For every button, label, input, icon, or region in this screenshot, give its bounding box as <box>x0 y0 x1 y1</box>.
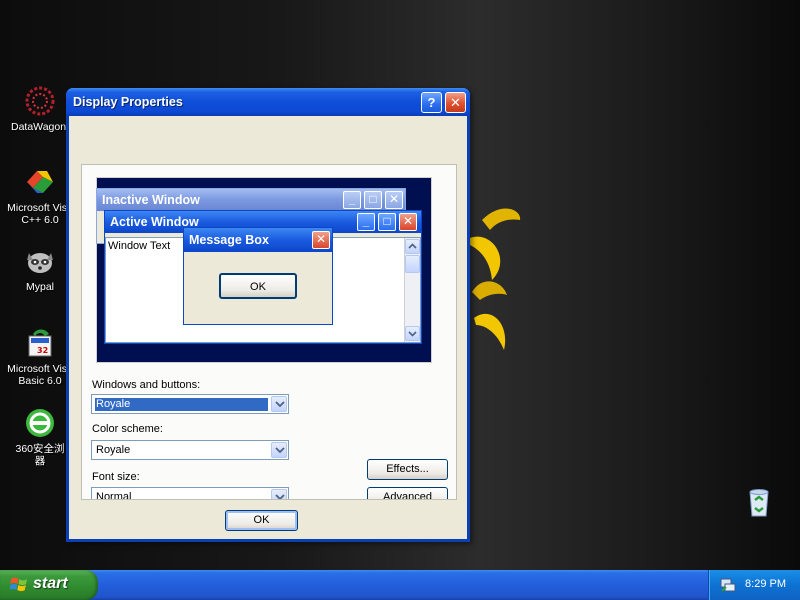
font-size-select[interactable]: Normal <box>91 487 289 500</box>
preview-inactive-title: Inactive Window <box>102 193 200 207</box>
network-tray-icon[interactable] <box>719 576 737 594</box>
windows-buttons-select[interactable]: Royale <box>91 394 289 414</box>
color-scheme-label: Color scheme: <box>92 423 163 435</box>
dialog-title: Display Properties <box>73 95 183 109</box>
effects-button[interactable]: Effects... <box>367 459 448 480</box>
close-icon: ✕ <box>399 213 417 231</box>
preview-message-box: Message Box ✕ OK <box>183 227 333 325</box>
start-label: start <box>33 575 68 592</box>
font-size-value: Normal <box>96 491 132 500</box>
desktop-icon-recycle-bin[interactable] <box>742 486 778 520</box>
close-icon: ✕ <box>385 191 403 209</box>
chevron-down-icon[interactable] <box>271 396 287 412</box>
chevron-down-icon[interactable] <box>271 442 287 458</box>
start-button[interactable]: start <box>0 570 98 600</box>
wallpaper-flower <box>470 208 521 350</box>
taskbar: start 8:29 PM <box>0 570 800 600</box>
font-size-label: Font size: <box>92 471 140 483</box>
visual-cpp-icon <box>27 171 53 193</box>
chevron-down-icon[interactable] <box>271 489 287 499</box>
close-button[interactable]: ✕ <box>445 92 466 113</box>
windows-buttons-label: Windows and buttons: <box>92 379 201 391</box>
scroll-up-icon <box>405 239 420 254</box>
color-scheme-select[interactable]: Royale <box>91 440 289 460</box>
preview-message-title: Message Box <box>189 233 269 247</box>
preview-ok-button: OK <box>219 273 297 299</box>
minimize-icon: _ <box>357 213 375 231</box>
recycle-bin-icon <box>749 489 769 517</box>
360-browser-icon <box>26 409 54 437</box>
datawagon-icon <box>25 86 55 116</box>
maximize-icon: □ <box>378 213 396 231</box>
appearance-preview: Inactive Window _ □ ✕ Active Window _ □ … <box>96 177 432 363</box>
svg-text:32: 32 <box>37 346 48 355</box>
raccoon-icon <box>27 253 53 273</box>
windows-logo-icon <box>10 577 27 592</box>
close-icon: ✕ <box>312 231 330 249</box>
scroll-down-icon <box>405 326 420 341</box>
color-scheme-value: Royale <box>96 444 131 456</box>
maximize-icon: □ <box>364 191 382 209</box>
preview-scrollbar <box>404 238 420 342</box>
visual-basic-icon: 32 <box>28 329 52 357</box>
ok-button[interactable]: OK <box>225 510 298 531</box>
minimize-icon: _ <box>343 191 361 209</box>
preview-window-text: Window Text <box>108 240 171 252</box>
clock[interactable]: 8:29 PM <box>745 578 786 590</box>
scroll-thumb <box>405 255 420 273</box>
appearance-tab-page: Inactive Window _ □ ✕ Active Window _ □ … <box>81 164 457 500</box>
advanced-button[interactable]: Advanced <box>367 487 448 499</box>
dialog-body: Inactive Window _ □ ✕ Active Window _ □ … <box>69 116 467 539</box>
system-tray: 8:29 PM <box>708 570 800 600</box>
help-button[interactable]: ? <box>421 92 442 113</box>
dialog-title-bar[interactable]: Display Properties ? ✕ <box>66 88 470 116</box>
windows-buttons-value: Royale <box>95 398 268 411</box>
display-properties-dialog: Display Properties ? ✕ Inactive Window _… <box>66 88 470 542</box>
